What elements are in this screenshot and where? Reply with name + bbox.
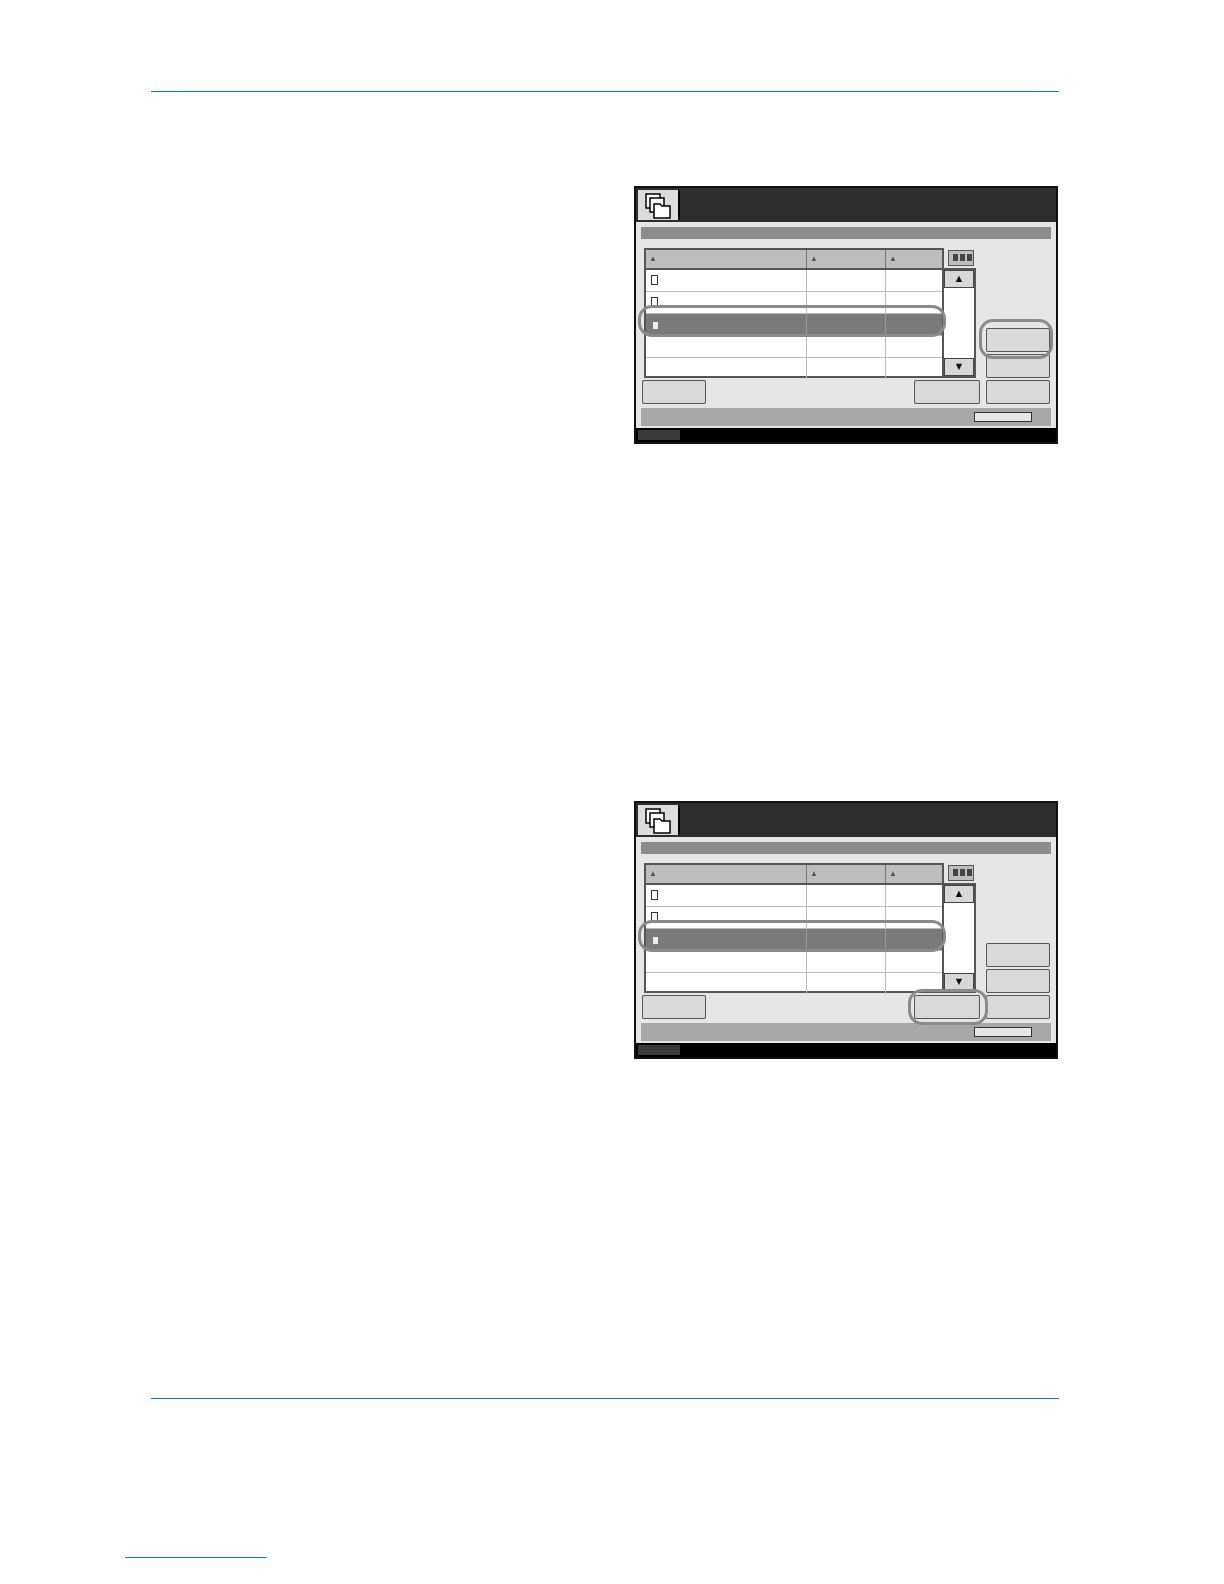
scroll-up-button[interactable]: ▲ <box>944 270 974 288</box>
bottom-strip <box>636 1043 1056 1057</box>
scroll-up-button[interactable]: ▲ <box>944 885 974 903</box>
button-highlight <box>908 989 988 1025</box>
document-icon <box>651 890 658 900</box>
touch-panel-screen-2: ▲ ▲ ▲ ▲ ▼ <box>634 801 1058 1059</box>
list-header: ▲ ▲ ▲ <box>646 250 942 270</box>
button-highlight <box>979 319 1053 359</box>
title-bar <box>636 188 1056 222</box>
view-toggle-button[interactable] <box>948 865 974 881</box>
bottom-button-second-from-right[interactable] <box>914 380 980 404</box>
sort-icon: ▲ <box>810 254 818 263</box>
status-tab[interactable] <box>638 430 680 440</box>
status-indicator[interactable] <box>974 412 1032 422</box>
sort-icon: ▲ <box>889 254 897 263</box>
list-item[interactable] <box>646 973 942 994</box>
list-header: ▲ ▲ ▲ <box>646 865 942 885</box>
column-header-date[interactable]: ▲ <box>807 250 886 268</box>
status-tab[interactable] <box>638 1045 680 1055</box>
list-item[interactable] <box>646 270 942 292</box>
info-bar <box>641 227 1051 239</box>
footnote-rule <box>125 1557 267 1558</box>
sort-icon: ▲ <box>889 869 897 878</box>
list-item[interactable] <box>646 336 942 358</box>
document-box-icon <box>638 805 680 835</box>
status-indicator[interactable] <box>974 1027 1032 1037</box>
sort-icon: ▲ <box>649 254 657 263</box>
touch-panel-screen-1: ▲ ▲ ▲ ▲ ▼ <box>634 186 1058 444</box>
list-item[interactable] <box>646 358 942 379</box>
selected-row-highlight <box>638 305 946 337</box>
view-toggle-button[interactable] <box>948 250 974 266</box>
side-button-1[interactable] <box>986 943 1050 967</box>
column-header-size[interactable]: ▲ <box>886 865 942 883</box>
footer-rule <box>151 1398 1059 1399</box>
bottom-left-button[interactable] <box>642 995 706 1019</box>
column-header-name[interactable]: ▲ <box>646 250 807 268</box>
document-box-icon <box>638 190 680 220</box>
bottom-strip <box>636 428 1056 442</box>
info-bar <box>641 842 1051 854</box>
list-item[interactable] <box>646 885 942 907</box>
bottom-right-button[interactable] <box>986 380 1050 404</box>
column-header-date[interactable]: ▲ <box>807 865 886 883</box>
sort-icon: ▲ <box>810 869 818 878</box>
bottom-left-button[interactable] <box>642 380 706 404</box>
list-item[interactable] <box>646 951 942 973</box>
column-header-name[interactable]: ▲ <box>646 865 807 883</box>
bottom-right-button[interactable] <box>986 995 1050 1019</box>
sort-icon: ▲ <box>649 869 657 878</box>
title-bar <box>636 803 1056 837</box>
column-header-size[interactable]: ▲ <box>886 250 942 268</box>
header-rule <box>151 91 1059 92</box>
scroll-down-button[interactable]: ▼ <box>944 358 974 376</box>
selected-row-highlight <box>638 920 946 952</box>
side-button-2[interactable] <box>986 969 1050 993</box>
document-icon <box>651 275 658 285</box>
